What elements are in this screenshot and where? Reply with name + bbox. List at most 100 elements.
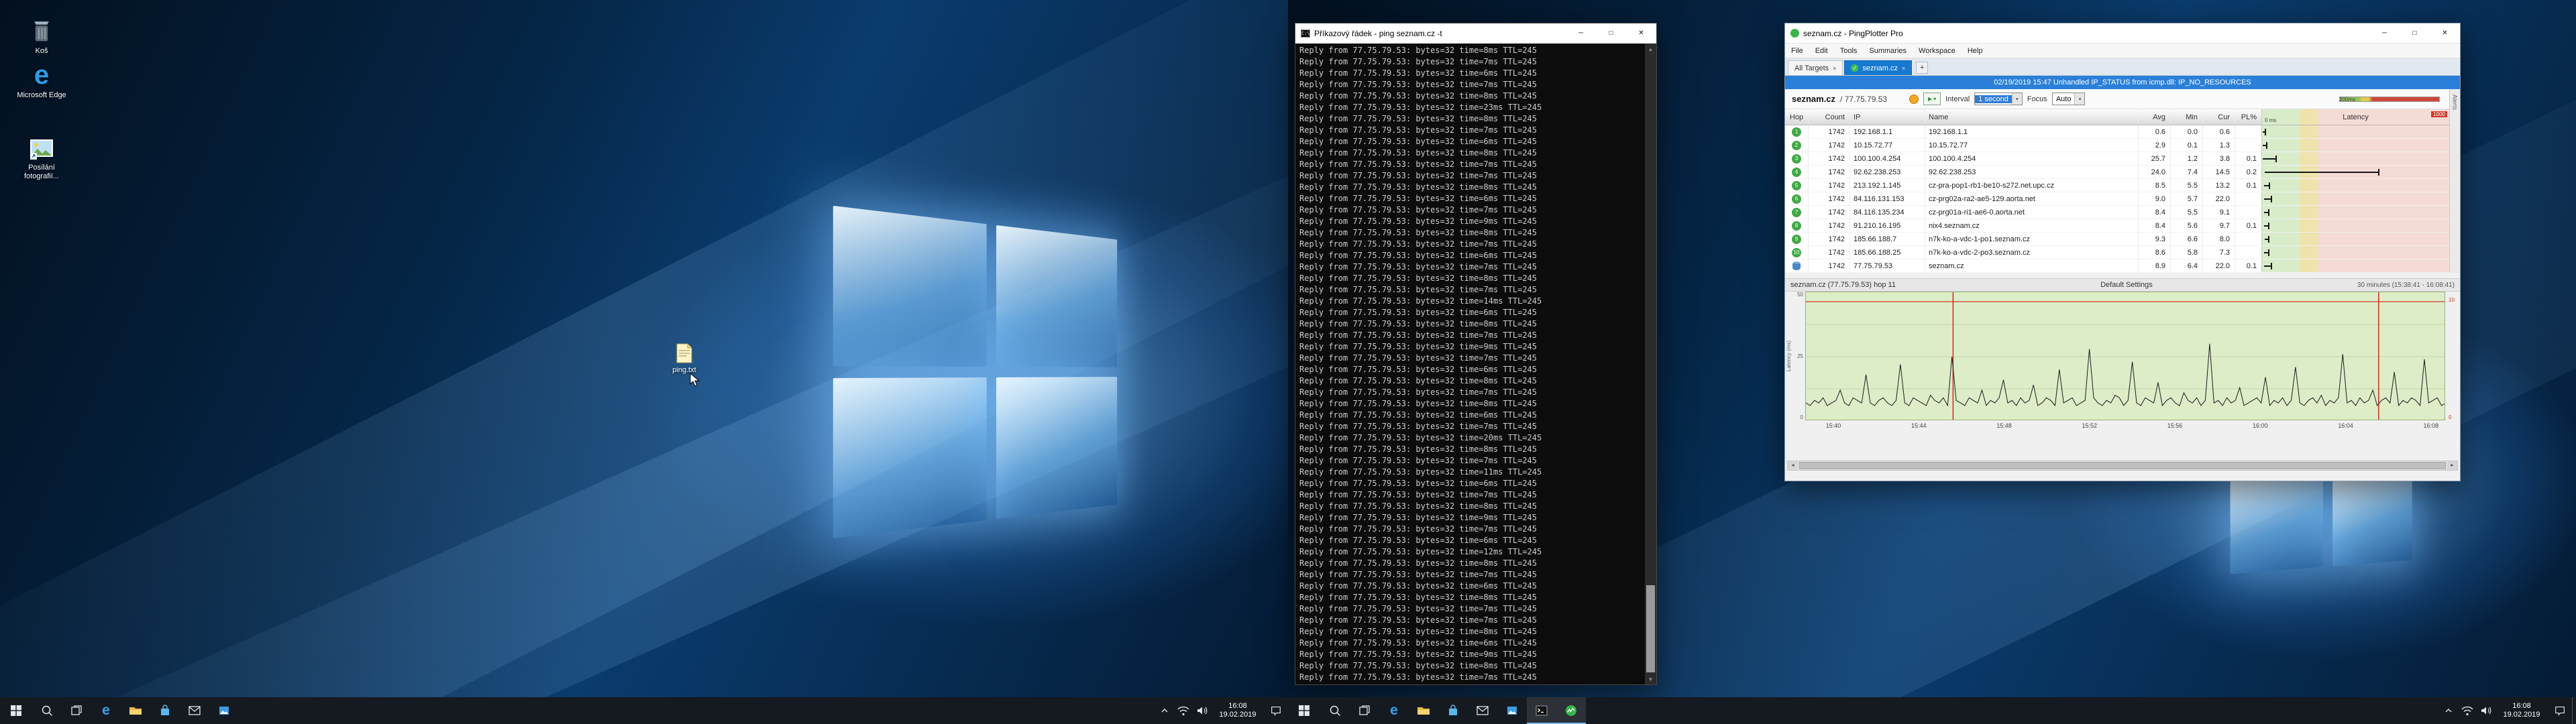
- close-button[interactable]: ✕: [2430, 23, 2460, 43]
- tray-volume-button[interactable]: [2477, 697, 2496, 724]
- minimize-button[interactable]: ─: [1566, 23, 1596, 43]
- trace-row[interactable]: 11742192.168.1.1192.168.1.10.60.00.6: [1785, 125, 2449, 139]
- action-center-button[interactable]: [1264, 697, 1288, 724]
- tray-network-button[interactable]: [2458, 697, 2477, 724]
- trace-row[interactable]: 2174210.15.72.7710.15.72.772.90.11.3: [1785, 139, 2449, 152]
- taskbar-pingplotter-button[interactable]: [1556, 697, 1586, 724]
- cmd-titlebar[interactable]: C:\_ Příkazový řádek - ping seznam.cz -t…: [1295, 23, 1656, 44]
- cmd-scrollbar[interactable]: ▲ ▼: [1645, 44, 1656, 684]
- menu-tools[interactable]: Tools: [1834, 47, 1864, 55]
- taskbar-mail-button[interactable]: [1468, 697, 1497, 724]
- taskbar-explorer-button[interactable]: [1409, 697, 1438, 724]
- trace-row[interactable]: 174277.75.79.53seznam.cz8.96.422.00.1: [1785, 259, 2449, 273]
- taskbar-clock[interactable]: 16:08 19.02.2019: [1212, 697, 1264, 724]
- menu-file[interactable]: File: [1785, 47, 1809, 55]
- timeline-settings[interactable]: Default Settings: [1896, 281, 2357, 289]
- taskbar-mail-button[interactable]: [180, 697, 209, 724]
- alerts-side-tab[interactable]: Alerts: [2449, 89, 2460, 273]
- task-view-button[interactable]: [1350, 697, 1379, 724]
- scroll-right-icon[interactable]: ►: [2447, 461, 2457, 470]
- chevron-down-icon[interactable]: ▾: [2074, 93, 2084, 105]
- pp-titlebar[interactable]: seznam.cz - PingPlotter Pro ─ □ ✕: [1785, 23, 2460, 44]
- tray-network-button[interactable]: [1174, 697, 1193, 724]
- tab-seznam-cz[interactable]: ✓ seznam.cz ×: [1844, 60, 1912, 75]
- col-latency[interactable]: Latency 0 ms 1000: [2261, 109, 2449, 125]
- close-tab-icon[interactable]: ×: [1833, 65, 1836, 72]
- taskbar-edge-button[interactable]: e: [1379, 697, 1409, 724]
- col-ip[interactable]: IP: [1849, 109, 1925, 125]
- col-cur[interactable]: Cur: [2202, 109, 2235, 125]
- taskbar-edge-button[interactable]: e: [91, 697, 121, 724]
- cmd-line: Reply from 77.75.79.53: bytes=32 time=7m…: [1299, 387, 1645, 398]
- menu-workspace[interactable]: Workspace: [1913, 47, 1962, 55]
- col-min[interactable]: Min: [2170, 109, 2202, 125]
- scroll-left-icon[interactable]: ◄: [1788, 461, 1798, 470]
- trace-row[interactable]: 6174284.116.131.153cz-prg02a-ra2-ae5-129…: [1785, 192, 2449, 206]
- start-button[interactable]: [1288, 697, 1320, 724]
- tray-chevron-button[interactable]: [1155, 697, 1174, 724]
- pp-table-header[interactable]: Hop Count IP Name Avg Min Cur PL% Latenc…: [1785, 109, 2449, 125]
- desktop-icon-recycle-bin[interactable]: Koš: [15, 17, 68, 56]
- trace-row[interactable]: 31742100.100.4.254100.100.4.25425.71.23.…: [1785, 152, 2449, 166]
- action-center-button[interactable]: [2548, 697, 2572, 724]
- pingplotter-window[interactable]: seznam.cz - PingPlotter Pro ─ □ ✕ FileEd…: [1784, 23, 2461, 481]
- desktop-icon-note-file[interactable]: ping.txt: [663, 343, 706, 375]
- desktop-icon-edge[interactable]: e Microsoft Edge: [15, 62, 68, 100]
- taskbar-photos-button[interactable]: [1497, 697, 1527, 724]
- focus-select[interactable]: Auto ▾: [2052, 93, 2086, 105]
- col-avg[interactable]: Avg: [2138, 109, 2170, 125]
- taskbar-cmd-button[interactable]: [1527, 697, 1556, 724]
- maximize-button[interactable]: □: [1596, 23, 1626, 43]
- desktop-icon-photos-shortcut[interactable]: Posílání fotografií...: [15, 138, 68, 181]
- tab-all-targets[interactable]: All Targets ×: [1788, 60, 1843, 75]
- timeline-scroll-thumb[interactable]: [1799, 462, 2446, 469]
- scroll-up-icon[interactable]: ▲: [1645, 44, 1656, 54]
- cell-hop: 7: [1785, 206, 1808, 219]
- new-tab-button[interactable]: +: [1916, 62, 1928, 74]
- interval-select[interactable]: 1 second ▾: [1974, 93, 2023, 105]
- pp-table-body: 11742192.168.1.1192.168.1.10.60.00.62174…: [1785, 125, 2449, 273]
- wifi-icon: [2461, 705, 2474, 717]
- start-button[interactable]: [0, 697, 32, 724]
- close-tab-icon[interactable]: ×: [1902, 65, 1905, 72]
- taskbar-clock[interactable]: 16:08 19.02.2019: [2496, 697, 2548, 724]
- close-button[interactable]: ✕: [1626, 23, 1656, 43]
- maximize-button[interactable]: □: [2400, 23, 2430, 43]
- cmd-window[interactable]: C:\_ Příkazový řádek - ping seznam.cz -t…: [1295, 23, 1657, 685]
- menu-summaries[interactable]: Summaries: [1863, 47, 1913, 55]
- edge-icon: e: [34, 62, 49, 88]
- trace-row[interactable]: 7174284.116.135.234cz-prg01a-ri1-ae6-0.a…: [1785, 206, 2449, 219]
- task-view-button[interactable]: [62, 697, 91, 724]
- search-button[interactable]: [1320, 697, 1350, 724]
- resume-button[interactable]: ▶ ▾: [1923, 93, 1941, 105]
- cmd-line: Reply from 77.75.79.53: bytes=32 time=8m…: [1299, 90, 1645, 102]
- col-pl[interactable]: PL%: [2235, 109, 2261, 125]
- minimize-button[interactable]: ─: [2369, 23, 2400, 43]
- menu-help[interactable]: Help: [1962, 47, 1989, 55]
- timeline-plot[interactable]: [1805, 292, 2445, 420]
- search-button[interactable]: [32, 697, 62, 724]
- taskbar-explorer-button[interactable]: [121, 697, 150, 724]
- col-hop[interactable]: Hop: [1785, 109, 1808, 125]
- trace-row[interactable]: 51742213.192.1.145cz-pra-pop1-rb1-be10-s…: [1785, 179, 2449, 192]
- taskbar-photos-button[interactable]: [209, 697, 239, 724]
- timeline-scrollbar[interactable]: ◄ ►: [1787, 461, 2458, 471]
- show-desktop-button[interactable]: [2572, 697, 2576, 724]
- cell-ip: 100.100.4.254: [1849, 152, 1925, 165]
- trace-row[interactable]: 91742185.66.188.7n7k-ko-a-vdc-1-po1.sezn…: [1785, 233, 2449, 246]
- cmd-scroll-thumb[interactable]: [1646, 585, 1655, 672]
- menu-edit[interactable]: Edit: [1809, 47, 1834, 55]
- trace-row[interactable]: 8174291.210.16.195nix4.seznam.cz8.45.69.…: [1785, 219, 2449, 233]
- folder-icon: [1416, 704, 1431, 717]
- tray-volume-button[interactable]: [1193, 697, 1212, 724]
- col-name[interactable]: Name: [1925, 109, 2138, 125]
- col-count[interactable]: Count: [1808, 109, 1849, 125]
- trace-row[interactable]: 101742185.66.188.25n7k-ko-a-vdc-2-po3.se…: [1785, 246, 2449, 259]
- scroll-down-icon[interactable]: ▼: [1645, 674, 1656, 684]
- taskbar-store-button[interactable]: [1438, 697, 1468, 724]
- chevron-down-icon[interactable]: ▾: [2012, 93, 2022, 105]
- latency-cell: [2261, 152, 2449, 165]
- trace-row[interactable]: 4174292.62.238.25392.62.238.25324.07.414…: [1785, 166, 2449, 179]
- taskbar-store-button[interactable]: [150, 697, 180, 724]
- tray-chevron-button[interactable]: [2439, 697, 2458, 724]
